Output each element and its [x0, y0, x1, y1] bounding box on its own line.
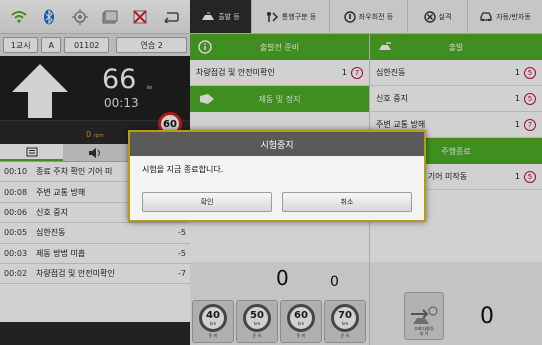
- dialog-message: 시험을 지금 종료합니다.: [142, 165, 224, 174]
- dialog-buttons: 확인 취소: [142, 192, 412, 212]
- cancel-button[interactable]: 취소: [282, 192, 412, 212]
- confirm-button[interactable]: 확인: [142, 192, 272, 212]
- exam-stop-dialog: 시험중지 시험을 지금 종료합니다. 확인 취소: [128, 130, 426, 222]
- dialog-title: 시험중지: [130, 132, 424, 156]
